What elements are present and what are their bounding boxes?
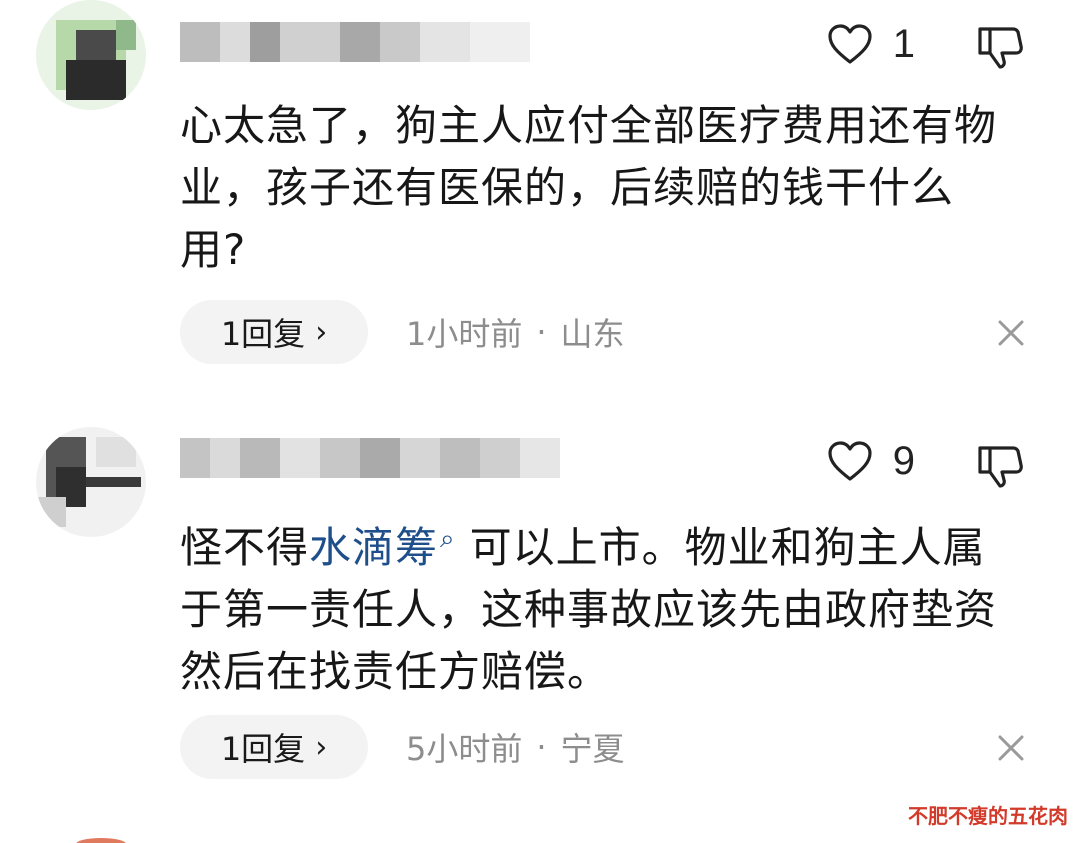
comment-item: 9 怪不得水滴筹⌕ 可以上市。物业和狗主人属于第一责任人，这种事故应该先由政府垫资…	[0, 415, 1080, 815]
close-button[interactable]	[996, 733, 1026, 763]
dislike-button[interactable]	[976, 443, 1026, 493]
close-button[interactable]	[996, 318, 1026, 348]
comment-text: 怪不得水滴筹⌕ 可以上市。物业和狗主人属于第一责任人，这种事故应该先由政府垫资然后…	[180, 508, 1010, 703]
avatar[interactable]	[36, 0, 146, 110]
meta-separator: ·	[536, 728, 547, 766]
chevron-right-icon: ›	[315, 729, 328, 765]
dislike-button[interactable]	[976, 24, 1026, 74]
reply-count-button[interactable]: 1回复 ›	[180, 300, 368, 364]
comment-meta: 1小时前 · 山东	[406, 300, 625, 364]
comment-item: 1 心太急了，狗主人应付全部医疗费用还有物业，孩子还有医保的，后续赔的钱干什么用…	[0, 0, 1080, 400]
reply-count-button[interactable]: 1回复 ›	[180, 715, 368, 779]
username-blurred[interactable]	[180, 432, 600, 484]
like-button[interactable]: 9	[827, 439, 915, 483]
chevron-right-icon: ›	[315, 314, 328, 350]
comment-time: 5小时前	[406, 730, 523, 768]
reply-count-label: 1回复	[220, 730, 306, 768]
comment-meta: 5小时前 · 宁夏	[406, 715, 625, 779]
heart-icon	[828, 441, 872, 481]
close-icon	[998, 320, 1024, 346]
watermark: 不肥不瘦的五花肉	[908, 804, 1068, 828]
username-blurred[interactable]	[180, 16, 540, 68]
search-icon[interactable]: ⌕	[440, 524, 456, 554]
comment-location: 山东	[560, 315, 625, 353]
comment-location: 宁夏	[560, 730, 625, 768]
thumbs-down-icon	[978, 27, 1023, 69]
like-count: 9	[892, 439, 915, 483]
meta-separator: ·	[536, 313, 547, 351]
heart-icon	[828, 24, 872, 64]
comment-text: 心太急了，狗主人应付全部医疗费用还有物业，孩子还有医保的，后续赔的钱干什么用?	[180, 101, 998, 274]
comment-text-before: 怪不得	[180, 523, 310, 572]
like-button[interactable]: 1	[827, 22, 915, 66]
keyword-link[interactable]: 水滴筹	[309, 523, 438, 572]
comment-time: 1小时前	[406, 315, 523, 353]
close-icon	[998, 735, 1024, 761]
like-count: 1	[892, 22, 915, 66]
thumbs-down-icon	[978, 446, 1023, 488]
reply-count-label: 1回复	[220, 315, 306, 353]
next-avatar-edge	[76, 838, 126, 843]
comment-list: 1 心太急了，狗主人应付全部医疗费用还有物业，孩子还有医保的，后续赔的钱干什么用…	[0, 0, 1080, 843]
avatar[interactable]	[36, 427, 146, 537]
